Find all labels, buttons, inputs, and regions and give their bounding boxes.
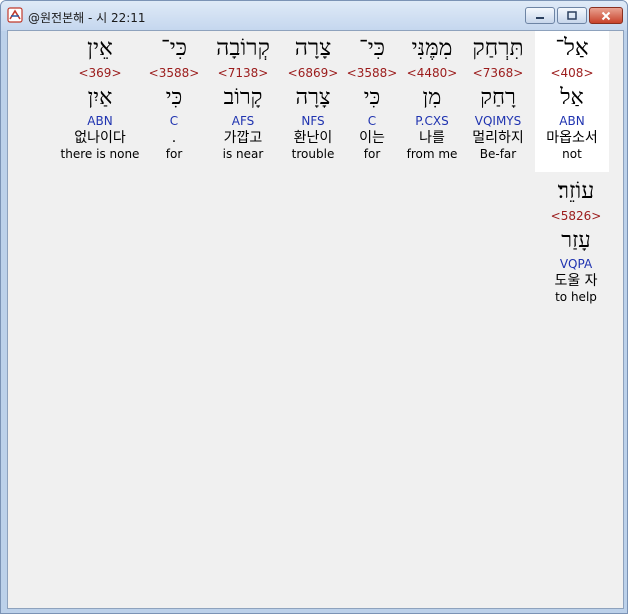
hebrew-lemma: צָרָה <box>295 85 331 110</box>
parsing-code: AFS <box>231 114 255 128</box>
word-column[interactable]: צָרָה <6869> צָרָה NFS 환난이 trouble <box>276 31 350 163</box>
english-gloss: not <box>562 147 582 161</box>
strong-number[interactable]: <6869> <box>276 65 350 81</box>
hebrew-word: אַל־ <box>555 35 589 61</box>
korean-gloss: 환난이 <box>293 130 333 146</box>
parsing-code: NFS <box>301 114 325 128</box>
korean-gloss: 도울 자 <box>554 273 598 289</box>
word-column[interactable]: אַל־ <408> אַל ABN 마옵소서 not <box>535 31 609 172</box>
minimize-button[interactable] <box>525 7 555 24</box>
hebrew-word: עוֹזֵר׃ <box>557 178 595 204</box>
english-gloss: to help <box>555 290 597 304</box>
parsing-code: ABN <box>559 114 585 128</box>
hebrew-word: כִּי־ <box>160 35 188 61</box>
hebrew-lemma: אַיִן <box>87 85 113 110</box>
minimize-icon <box>536 16 544 19</box>
strong-number[interactable]: <408> <box>535 65 609 81</box>
korean-gloss: 가깝고 <box>223 130 263 146</box>
window-title: @원전본해 - 시 22:11 <box>28 11 146 25</box>
word-column[interactable]: תִּרְחַק <7368> רָחַק VQIMYS 멀리하지 Be-far <box>461 31 535 163</box>
app-window: @원전본해 - 시 22:11 אַל־ <408> אַל ABN 마옵소서 … <box>0 0 628 614</box>
hebrew-word: קְרוֹבָה <box>216 35 270 61</box>
korean-gloss: . <box>171 130 177 146</box>
english-gloss: there is none <box>60 147 140 161</box>
english-gloss: Be-far <box>479 147 517 161</box>
close-icon <box>601 11 611 20</box>
strong-number[interactable]: <7138> <box>206 65 280 81</box>
maximize-button[interactable] <box>557 7 587 24</box>
word-column[interactable]: כִּי־ <3588> כִּי C . for <box>137 31 211 163</box>
english-gloss: trouble <box>291 147 335 161</box>
korean-gloss: 마옵소서 <box>546 130 598 146</box>
english-gloss: for <box>165 147 183 161</box>
korean-gloss: 멀리하지 <box>472 130 524 146</box>
parsing-code: ABN <box>87 114 113 128</box>
title-bar[interactable]: @원전본해 - 시 22:11 <box>1 1 627 31</box>
hebrew-word: צָרָה <box>294 35 332 61</box>
strong-number[interactable]: <5826> <box>539 208 613 224</box>
app-icon <box>7 7 23 23</box>
english-gloss: is near <box>222 147 264 161</box>
hebrew-lemma: קָרוֹב <box>223 85 263 110</box>
hebrew-lemma: רָחַק <box>480 85 516 110</box>
interlinear-panel[interactable]: אַל־ <408> אַל ABN 마옵소서 not תִּרְחַק <73… <box>7 30 624 609</box>
hebrew-word: תִּרְחַק <box>472 35 524 61</box>
parsing-code: C <box>169 114 179 128</box>
hebrew-lemma: עָזַר <box>561 228 591 253</box>
close-button[interactable] <box>589 7 623 24</box>
korean-gloss: 없나이다 <box>74 130 126 146</box>
hebrew-lemma: כִּי <box>165 85 183 110</box>
word-column[interactable]: עוֹזֵר׃ <5826> עָזַר VQPA 도울 자 to help <box>539 174 613 306</box>
strong-number[interactable]: <369> <box>57 65 143 81</box>
parsing-code: VQIMYS <box>474 114 522 128</box>
strong-number[interactable]: <7368> <box>461 65 535 81</box>
word-column[interactable]: אֵין <369> אַיִן ABN 없나이다 there is none <box>57 31 143 163</box>
hebrew-lemma: אַל <box>560 85 584 110</box>
hebrew-word: אֵין <box>87 35 113 61</box>
parsing-code: VQPA <box>559 257 593 271</box>
strong-number[interactable]: <3588> <box>137 65 211 81</box>
word-column[interactable]: קְרוֹבָה <7138> קָרוֹב AFS 가깝고 is near <box>206 31 280 163</box>
maximize-icon <box>567 11 577 20</box>
